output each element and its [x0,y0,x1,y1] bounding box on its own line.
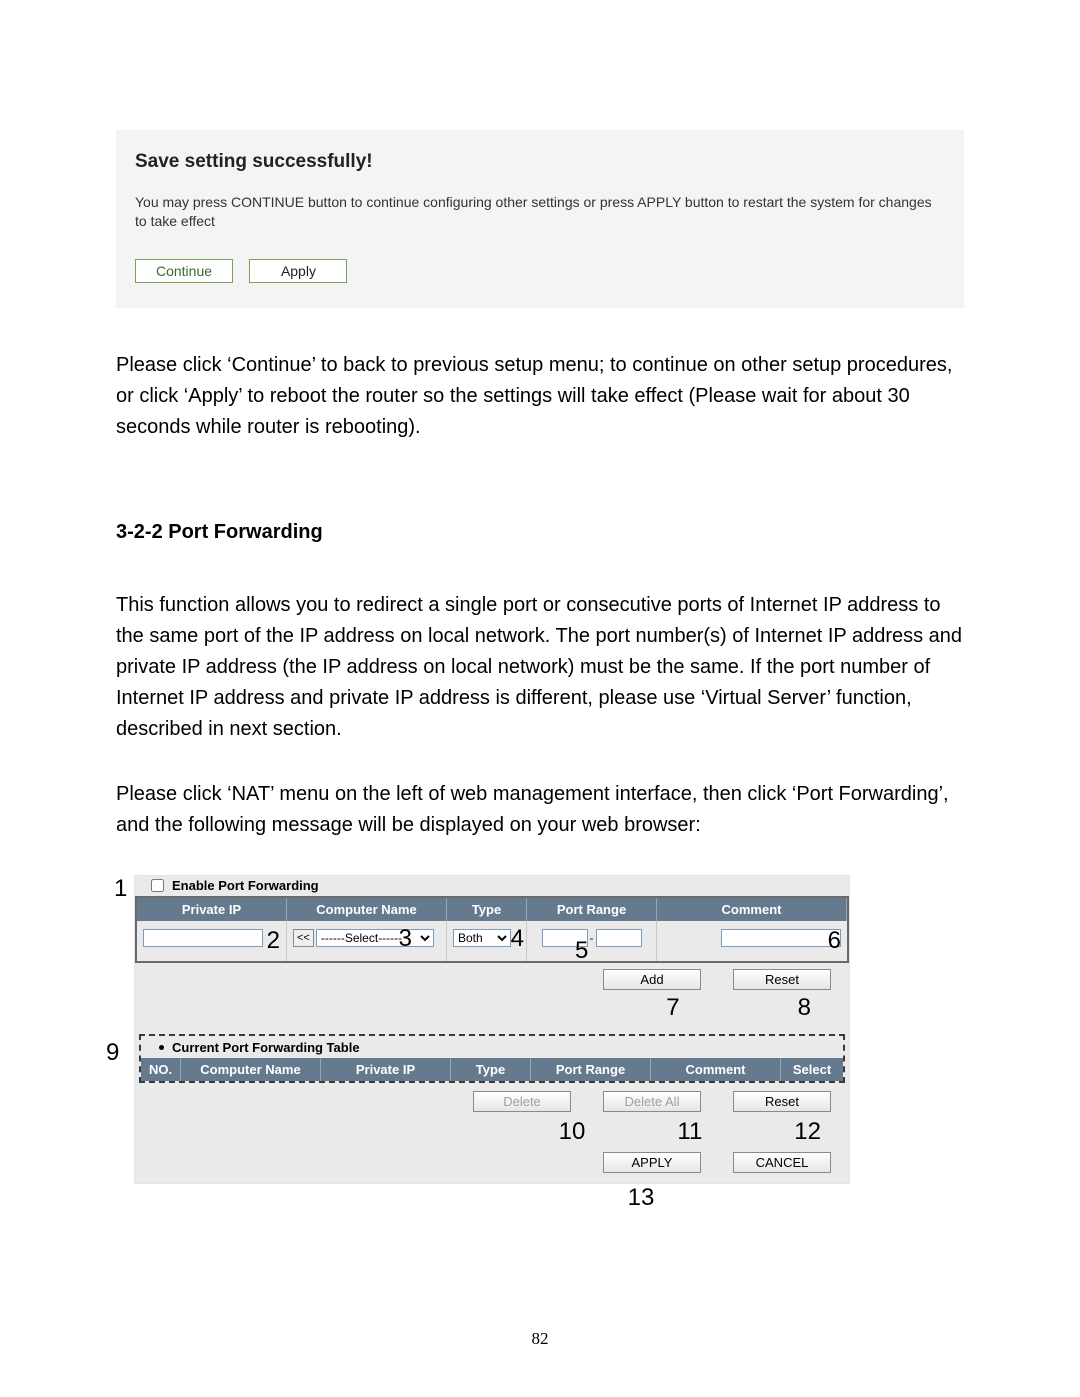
computer-name-copy-button[interactable]: << [293,929,314,947]
cur-col-select: Select [781,1058,843,1081]
callout-4: 4 [511,925,524,953]
port-range-cell: - 5 [527,921,657,961]
page-number: 82 [0,1329,1080,1349]
callout-11: 11 [677,1118,702,1146]
continue-button[interactable]: Continue [135,259,233,283]
cur-col-port-range: Port Range [531,1058,651,1081]
port-range-to-input[interactable] [596,929,642,947]
bullet-icon [159,1045,164,1050]
instruction-paragraph-1: Please click ‘Continue’ to back to previ… [116,350,964,443]
delete-button[interactable]: Delete [473,1091,571,1112]
section-instruction: Please click ‘NAT’ menu on the left of w… [116,779,964,841]
callout-2: 2 [267,927,280,955]
delete-row: Delete Delete All Reset [135,1083,849,1118]
callout-13: 13 [628,1184,655,1211]
computer-name-cell: << ------Select------ 3 [287,921,447,961]
current-table-title-row: Current Port Forwarding Table [141,1036,843,1058]
apply-button-2[interactable]: APPLY [603,1152,701,1173]
cur-col-type: Type [451,1058,531,1081]
callout-7: 7 [666,994,679,1022]
current-port-forwarding-table: Current Port Forwarding Table NO. Comput… [139,1034,845,1083]
private-ip-input[interactable] [143,929,263,947]
type-cell: Both 4 [447,921,527,961]
port-forwarding-panel: Enable Port Forwarding Private IP Comput… [134,875,850,1184]
enable-port-forwarding-label: Enable Port Forwarding [172,878,319,893]
section-description: This function allows you to redirect a s… [116,590,964,745]
col-comment: Comment [657,898,847,921]
computer-name-select[interactable]: ------Select------ [316,929,434,947]
add-reset-row: Add Reset [135,963,849,994]
callout-8: 8 [798,994,811,1022]
col-type: Type [447,898,527,921]
current-table-header: NO. Computer Name Private IP Type Port R… [141,1058,843,1081]
cur-col-no: NO. [141,1058,181,1081]
save-panel-button-row: Continue Apply [135,259,945,283]
save-success-panel: Save setting successfully! You may press… [116,130,964,308]
comment-cell: 6 [657,921,847,961]
save-success-title: Save setting successfully! [135,151,945,173]
cancel-button[interactable]: CANCEL [733,1152,831,1173]
callout-10: 10 [559,1118,586,1146]
port-forwarding-input-table: Private IP Computer Name Type Port Range… [135,896,849,963]
port-forwarding-figure: 1 9 Enable Port Forwarding Private IP Co… [116,875,964,1212]
col-port-range: Port Range [527,898,657,921]
callout-6: 6 [828,927,841,955]
document-page: Save setting successfully! You may press… [0,0,1080,1397]
callout-row-13: 13 [134,1184,848,1212]
col-private-ip: Private IP [137,898,287,921]
port-range-dash: - [590,931,594,945]
callout-3: 3 [399,925,412,953]
cur-col-comment: Comment [651,1058,781,1081]
add-button[interactable]: Add [603,969,701,990]
cur-col-private-ip: Private IP [321,1058,451,1081]
apply-cancel-row: APPLY CANCEL [135,1152,849,1183]
current-table-title: Current Port Forwarding Table [172,1040,360,1055]
callout-5: 5 [575,937,588,965]
private-ip-cell: 2 [137,921,287,961]
callout-12: 12 [794,1118,821,1146]
enable-port-forwarding-checkbox[interactable] [151,879,164,892]
callout-9: 9 [106,1039,119,1067]
comment-input[interactable] [721,929,841,947]
cur-col-computer-name: Computer Name [181,1058,321,1081]
type-select[interactable]: Both [453,929,511,947]
section-heading: 3-2-2 Port Forwarding [116,521,964,544]
delete-all-button[interactable]: Delete All [603,1091,701,1112]
apply-button[interactable]: Apply [249,259,347,283]
callout-1: 1 [114,875,127,903]
reset-button-2[interactable]: Reset [733,1091,831,1112]
col-computer-name: Computer Name [287,898,447,921]
callout-row-10-12: 10 11 12 [135,1118,849,1152]
enable-port-forwarding-row: Enable Port Forwarding [135,876,849,896]
reset-button-1[interactable]: Reset [733,969,831,990]
callout-row-7-8: 7 8 [135,994,849,1028]
save-success-message: You may press CONTINUE button to continu… [135,193,945,231]
